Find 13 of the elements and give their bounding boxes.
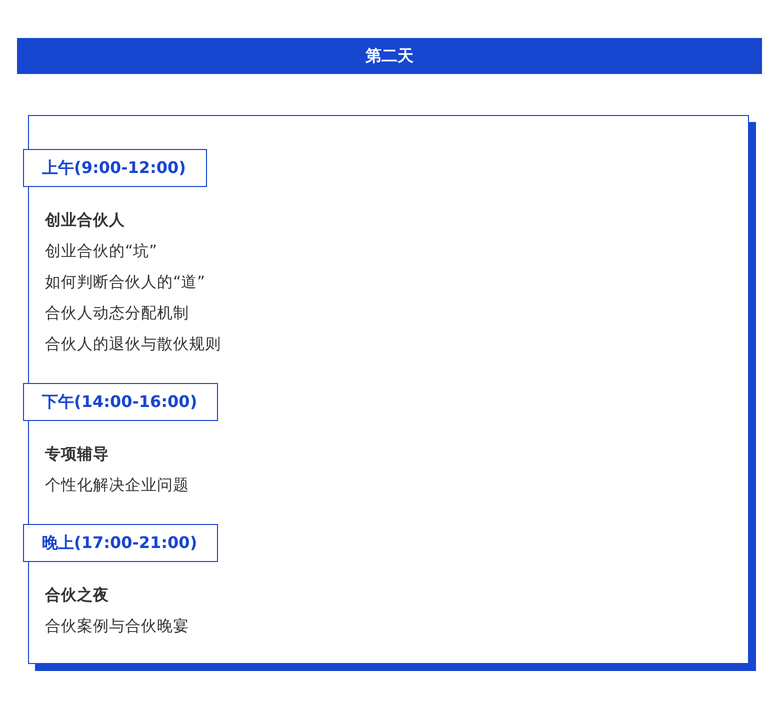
- time-label: 晚上(17:00-21:00): [23, 524, 218, 562]
- agenda-item: 合伙案例与合伙晚宴: [45, 616, 190, 637]
- session-topic: 合伙之夜: [45, 585, 110, 606]
- session-topic: 专项辅导: [45, 444, 110, 465]
- agenda-item: 合伙人动态分配机制: [45, 303, 190, 324]
- agenda-item: 合伙人的退伙与散伙规则: [45, 334, 222, 355]
- agenda-item: 创业合伙的“坑”: [45, 241, 158, 262]
- time-label: 下午(14:00-16:00): [23, 383, 218, 421]
- session-topic: 创业合伙人: [45, 210, 126, 231]
- agenda-item: 如何判断合伙人的“道”: [45, 272, 206, 293]
- time-label: 上午(9:00-12:00): [23, 149, 207, 187]
- day-header: 第二天: [17, 38, 762, 74]
- agenda-item: 个性化解决企业问题: [45, 475, 190, 496]
